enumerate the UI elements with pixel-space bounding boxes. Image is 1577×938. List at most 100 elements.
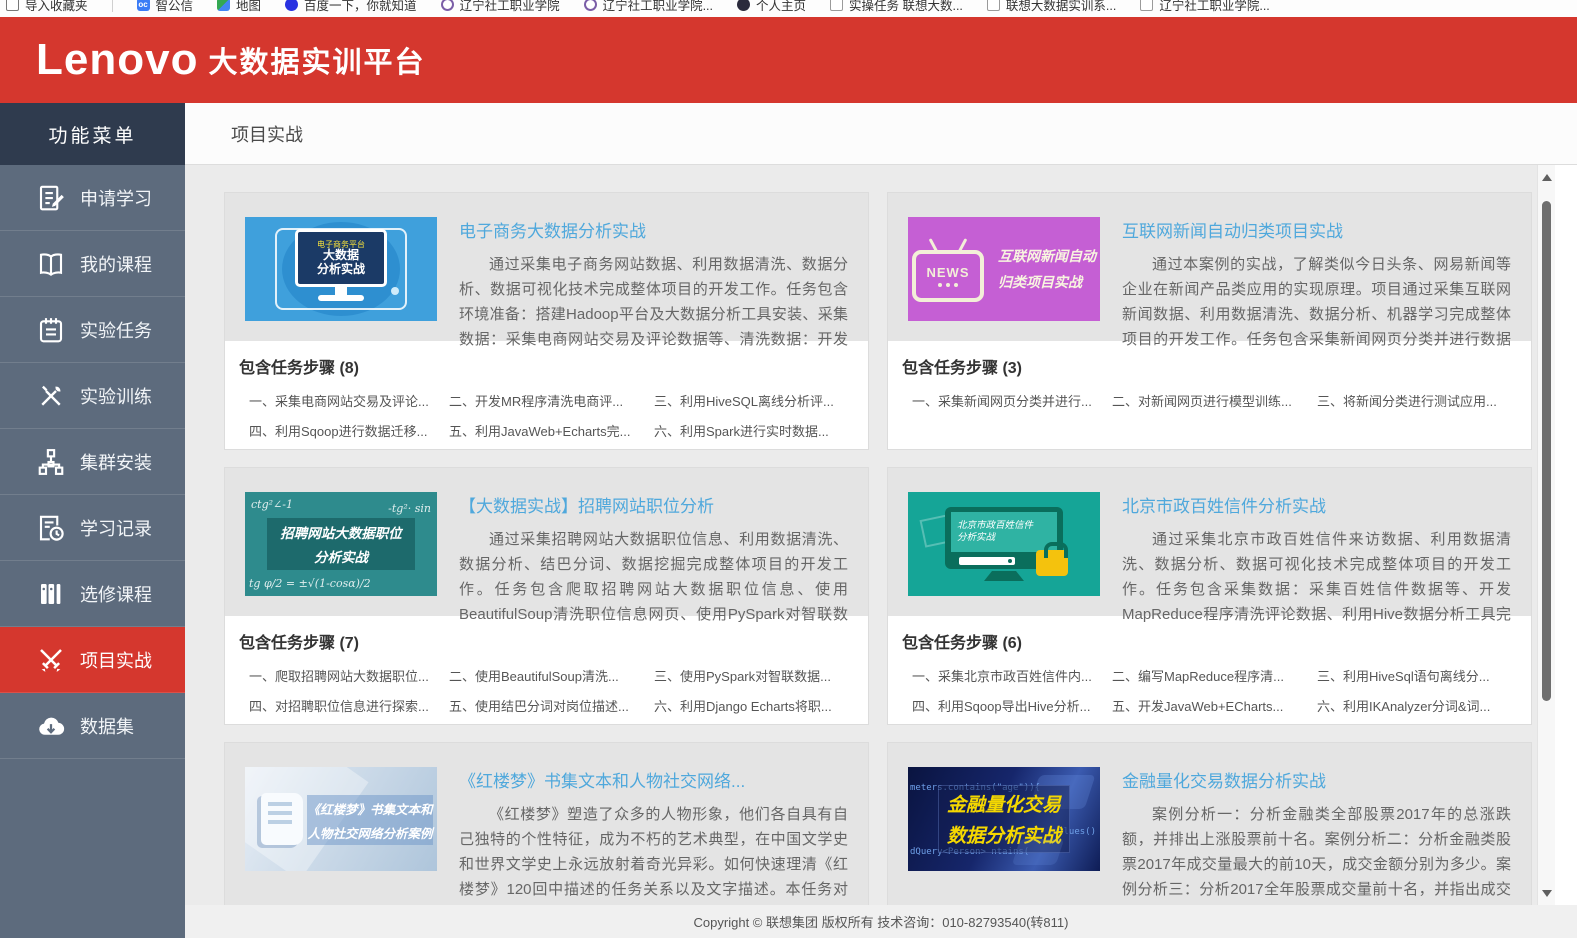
monitor-icon: 电子商务平台 大数据 分析实战 bbox=[295, 229, 387, 301]
page-icon bbox=[987, 0, 1000, 11]
map-icon bbox=[217, 0, 230, 11]
bookmark-import[interactable]: 导入收藏夹 bbox=[6, 0, 88, 14]
project-thumbnail[interactable]: ctg²∠-1 tg φ/2 = ±√(1-cosα)/2 -tg²· sin … bbox=[245, 492, 437, 596]
sidebar-item-experiment-tasks[interactable]: 实验任务 bbox=[0, 297, 185, 363]
step-item: 五、开发JavaWeb+ECharts... bbox=[1112, 696, 1317, 715]
bookmark-item[interactable]: 辽宁社工职业学院 bbox=[441, 0, 560, 14]
project-card-recruit: ctg²∠-1 tg φ/2 = ±√(1-cosα)/2 -tg²· sin … bbox=[225, 468, 868, 724]
crossed-swords-icon bbox=[36, 645, 66, 675]
step-item: 三、将新闻分类进行测试应用... bbox=[1317, 391, 1517, 410]
lenovo-logo: Lenovo bbox=[36, 38, 198, 82]
page-titlebar: 项目实战 bbox=[185, 103, 1577, 165]
scroll-down-arrow[interactable] bbox=[1538, 885, 1555, 901]
cloud-download-icon bbox=[36, 711, 66, 741]
bookmark-item[interactable]: 个人主页 bbox=[737, 0, 806, 14]
project-card-ecommerce: 电子商务平台 大数据 分析实战 电子商务大数据分析实战 bbox=[225, 193, 868, 449]
step-item: 二、使用BeautifulSoup清洗... bbox=[449, 666, 654, 685]
step-item: 四、对招聘职位信息进行探索... bbox=[249, 696, 449, 715]
step-item: 六、利用IKAnalyzer分词&词... bbox=[1317, 696, 1517, 715]
scrollbar-thumb[interactable] bbox=[1542, 201, 1551, 701]
book-icon bbox=[261, 793, 303, 845]
right-gutter bbox=[1555, 165, 1577, 905]
project-title-link[interactable]: 电子商务大数据分析实战 bbox=[459, 217, 848, 242]
sidebar-item-project-practice[interactable]: 项目实战 bbox=[0, 627, 185, 693]
step-item: 三、利用HiveSQL离线分析评... bbox=[654, 391, 854, 410]
bookmark-item[interactable]: 辽宁社工职业学院... bbox=[1140, 0, 1269, 14]
briefcase-icon bbox=[1036, 550, 1068, 576]
notepad-icon bbox=[36, 315, 66, 345]
main-area: 项目实战 电子商务平台 bbox=[185, 103, 1577, 938]
tv-news-icon: NEWS bbox=[912, 250, 984, 302]
project-title-link[interactable]: 互联网新闻自动归类项目实战 bbox=[1122, 217, 1511, 242]
sidebar-item-dataset[interactable]: 数据集 bbox=[0, 693, 185, 759]
sidebar-item-experiment-training[interactable]: 实验训练 bbox=[0, 363, 185, 429]
project-thumbnail[interactable]: 北京市政百姓信件 分析实战 bbox=[908, 492, 1100, 596]
school-icon bbox=[441, 0, 454, 11]
sidebar-item-label: 学习记录 bbox=[80, 515, 152, 541]
project-description: 通过本案例的实战，了解类似今日头条、网易新闻等企业在新闻产品类应用的实现原理。项… bbox=[1122, 252, 1511, 352]
step-item: 二、开发MR程序清洗电商评... bbox=[449, 391, 654, 410]
baidu-icon bbox=[285, 0, 298, 11]
bookmarks-divider bbox=[112, 0, 113, 12]
vertical-scrollbar[interactable] bbox=[1537, 165, 1555, 905]
scroll-up-arrow[interactable] bbox=[1538, 169, 1555, 185]
page-icon bbox=[830, 0, 843, 11]
step-item: 一、采集电商网站交易及评论... bbox=[249, 391, 449, 410]
project-card-beijing-letters: 北京市政百姓信件 分析实战 北京市政百姓信件分析实战 通过 bbox=[888, 468, 1531, 724]
project-description: 通过采集招聘网站大数据职位信息、利用数据清洗、数据分析、结巴分词、数据挖掘完成整… bbox=[459, 527, 848, 627]
oc-site-icon: oc bbox=[137, 0, 150, 11]
formula-doodle: -tg²· sin bbox=[388, 502, 431, 515]
project-description: 《红楼梦》塑造了众多的人物形象，他们各自具有自己独特的个性特征，成为不朽的艺术典… bbox=[459, 802, 848, 902]
project-title-link[interactable]: 【大数据实战】招聘网站职位分析 bbox=[459, 492, 848, 517]
bookmark-item[interactable]: 实操任务 联想大数... bbox=[830, 0, 963, 14]
bookmark-item[interactable]: 百度一下，你就知道 bbox=[285, 0, 417, 14]
sidebar-item-label: 集群安装 bbox=[80, 449, 152, 475]
sidebar-item-learning-records[interactable]: 学习记录 bbox=[0, 495, 185, 561]
bookmark-item[interactable]: 联想大数据实训系... bbox=[987, 0, 1116, 14]
project-title-link[interactable]: 《红楼梦》书集文本和人物社交网络... bbox=[459, 767, 848, 792]
step-item: 三、使用PySpark对智联数据... bbox=[654, 666, 854, 685]
project-card-finance: meters.contains("age")){ dQuery<Person> … bbox=[888, 743, 1531, 905]
school-icon bbox=[584, 0, 597, 11]
step-item: 六、利用Spark进行实时数据... bbox=[654, 421, 854, 440]
bookmark-item[interactable]: 地图 bbox=[217, 0, 261, 14]
record-clock-icon bbox=[36, 513, 66, 543]
sidebar-item-label: 实验训练 bbox=[80, 383, 152, 409]
sidebar-title: 功能菜单 bbox=[0, 103, 185, 165]
step-item: 五、利用JavaWeb+Echarts完... bbox=[449, 421, 654, 440]
sidebar-item-elective-courses[interactable]: 选修课程 bbox=[0, 561, 185, 627]
platform-title: 大数据实训平台 bbox=[208, 39, 425, 81]
content-scroll-region[interactable]: 电子商务平台 大数据 分析实战 电子商务大数据分析实战 bbox=[185, 165, 1537, 905]
project-thumbnail[interactable]: 《红楼梦》书集文本和 人物社交网络分析案例 bbox=[245, 767, 437, 871]
monitor-stand-shape bbox=[984, 571, 1024, 581]
step-item: 六、利用Django Echarts将职... bbox=[654, 696, 854, 715]
sitemap-icon bbox=[36, 447, 66, 477]
books-icon bbox=[36, 579, 66, 609]
copyright-text: Copyright © 联想集团 版权所有 技术咨询：010-82793540(… bbox=[694, 912, 1069, 931]
sidebar-item-label: 选修课程 bbox=[80, 581, 152, 607]
steps-count-label: 包含任务步骤 (6) bbox=[902, 629, 1517, 653]
project-thumbnail[interactable]: 电子商务平台 大数据 分析实战 bbox=[245, 217, 437, 321]
sidebar: 功能菜单 申请学习 我的课程 实验任务 实验训练 集群安装 学习记录 选修课程 bbox=[0, 103, 185, 938]
sidebar-item-apply-learning[interactable]: 申请学习 bbox=[0, 165, 185, 231]
project-title-link[interactable]: 金融量化交易数据分析实战 bbox=[1122, 767, 1511, 792]
tools-icon bbox=[36, 381, 66, 411]
step-item: 二、编写MapReduce程序清... bbox=[1112, 666, 1317, 685]
site-icon bbox=[737, 0, 750, 11]
sidebar-item-cluster-install[interactable]: 集群安装 bbox=[0, 429, 185, 495]
project-thumbnail[interactable]: NEWS 互联网新闻自动 归类项目实战 bbox=[908, 217, 1100, 321]
open-book-icon bbox=[36, 249, 66, 279]
import-icon bbox=[6, 0, 19, 11]
dot-shape bbox=[391, 287, 399, 295]
project-description: 通过采集电子商务网站数据、利用数据清洗、数据分析、数据可视化技术完成整体项目的开… bbox=[459, 252, 848, 352]
bookmark-item[interactable]: oc智公信 bbox=[137, 0, 194, 14]
formula-doodle: ctg²∠-1 bbox=[251, 498, 293, 511]
sidebar-item-my-courses[interactable]: 我的课程 bbox=[0, 231, 185, 297]
browser-bookmarks-bar: 导入收藏夹 oc智公信 地图 百度一下，你就知道 辽宁社工职业学院 辽宁社工职业… bbox=[0, 0, 1577, 17]
bookmark-item[interactable]: 辽宁社工职业学院... bbox=[584, 0, 713, 14]
sidebar-item-label: 数据集 bbox=[80, 713, 134, 739]
app-header: Lenovo 大数据实训平台 bbox=[0, 17, 1577, 103]
step-item: 二、对新闻网页进行模型训练... bbox=[1112, 391, 1317, 410]
project-thumbnail[interactable]: meters.contains("age")){ dQuery<Person> … bbox=[908, 767, 1100, 871]
project-title-link[interactable]: 北京市政百姓信件分析实战 bbox=[1122, 492, 1511, 517]
